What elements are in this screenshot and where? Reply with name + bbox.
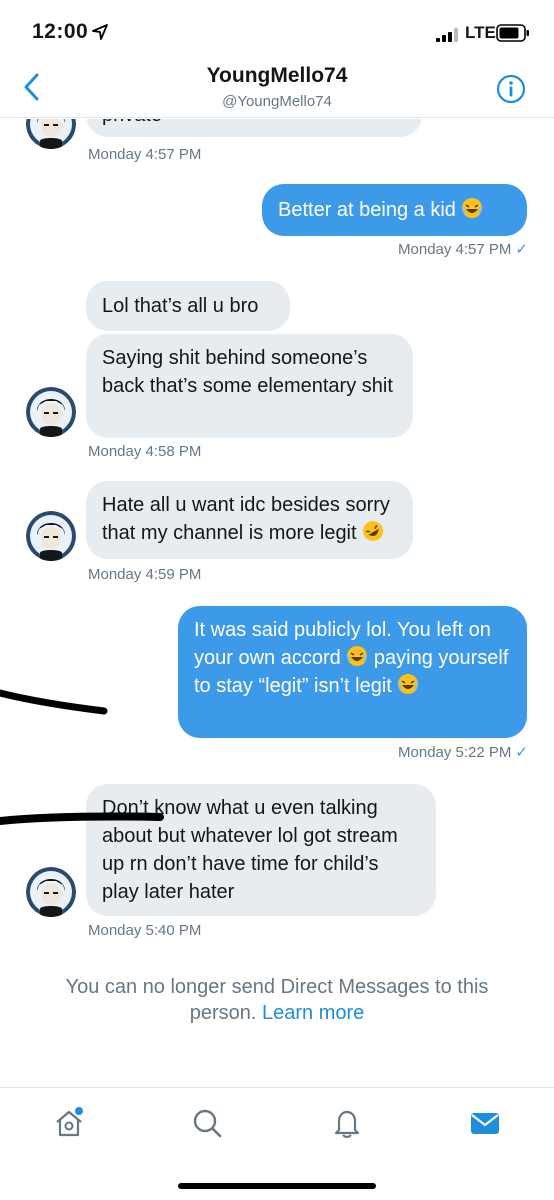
message-timestamp: Monday 4:59 PM: [88, 566, 202, 583]
redaction-scribble: [0, 689, 108, 715]
conversation-name: YoungMello74: [206, 64, 348, 87]
status-bar: 12:00 LTE: [0, 0, 554, 60]
info-icon[interactable]: [496, 74, 526, 104]
message-text: Better at being a kid: [278, 199, 456, 221]
avatar[interactable]: [26, 511, 76, 561]
home-icon[interactable]: [52, 1106, 86, 1140]
message-timestamp: Monday 4:57 PM ✓: [398, 241, 528, 258]
conversation-header: YoungMello74 @YoungMello74: [0, 60, 554, 118]
message-bubble-outgoing[interactable]: It was said publicly lol. You left on yo…: [178, 606, 527, 738]
laughing-emoji-icon: [347, 646, 368, 666]
cellular-signal-icon: [436, 28, 458, 42]
messages-icon[interactable]: [468, 1106, 502, 1140]
message-bubble-incoming[interactable]: Lol that’s all u bro: [86, 281, 290, 331]
battery-icon: [496, 24, 529, 42]
message-thread[interactable]: private Monday 4:57 PM Better at being a…: [0, 119, 554, 1086]
home-indicator: [178, 1183, 376, 1189]
avatar[interactable]: [26, 867, 76, 917]
message-text: private: [102, 119, 162, 126]
dm-unavailable-notice: You can no longer send Direct Messages t…: [40, 974, 514, 1026]
learn-more-link[interactable]: Learn more: [262, 1002, 364, 1024]
laughing-emoji-icon: [462, 198, 483, 218]
message-text: Hate all u want idc besides sorry that m…: [102, 494, 390, 544]
read-check-icon: ✓: [515, 744, 528, 761]
message-bubble-incoming[interactable]: private: [86, 119, 422, 137]
network-type: LTE: [465, 23, 496, 42]
message-timestamp: Monday 4:58 PM: [88, 443, 202, 460]
status-time: 12:00: [32, 20, 89, 43]
search-icon[interactable]: [190, 1106, 224, 1140]
message-bubble-incoming[interactable]: Hate all u want idc besides sorry that m…: [86, 481, 413, 559]
redaction-scribble: [0, 812, 164, 825]
avatar[interactable]: [26, 387, 76, 437]
avatar[interactable]: [26, 119, 76, 149]
message-text: Lol that’s all u bro: [102, 295, 259, 317]
message-bubble-incoming[interactable]: Saying shit behind someone’s back that’s…: [86, 334, 413, 438]
message-timestamp: Monday 5:22 PM ✓: [398, 744, 528, 761]
read-check-icon: ✓: [515, 241, 528, 258]
rofl-emoji-icon: [363, 521, 384, 541]
laughing-emoji-icon: [398, 674, 419, 694]
conversation-handle: @YoungMello74: [222, 93, 332, 110]
location-arrow-icon: [92, 24, 108, 40]
message-text: Saying shit behind someone’s back that’s…: [102, 347, 393, 397]
notifications-icon[interactable]: [330, 1106, 364, 1140]
message-timestamp: Monday 5:40 PM: [88, 922, 202, 939]
message-timestamp: Monday 4:57 PM: [88, 146, 202, 163]
message-bubble-outgoing[interactable]: Better at being a kid: [262, 184, 527, 236]
